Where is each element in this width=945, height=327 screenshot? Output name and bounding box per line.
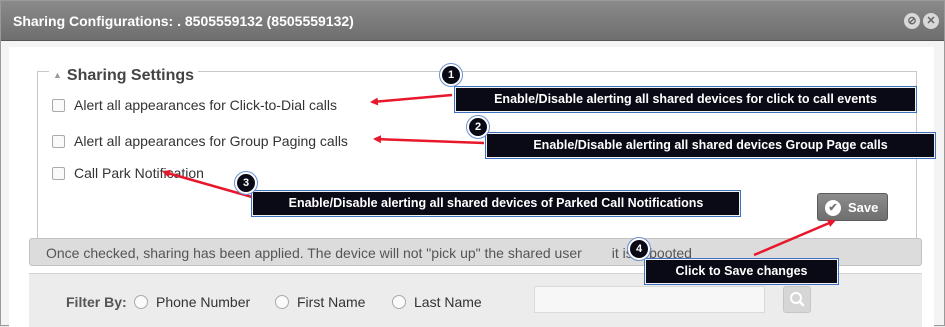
group-paging-label: Alert all appearances for Group Paging c… bbox=[74, 133, 348, 149]
sharing-settings-legend[interactable]: ▲ Sharing Settings bbox=[49, 67, 199, 85]
filter-last-name[interactable]: Last Name bbox=[392, 294, 482, 310]
annotation-callout-2: Enable/Disable alerting all shared devic… bbox=[485, 132, 936, 159]
sharing-settings-title: Sharing Settings bbox=[66, 67, 195, 84]
filter-phone-number[interactable]: Phone Number bbox=[134, 294, 250, 310]
search-icon bbox=[790, 292, 805, 307]
annotation-callout-3: Enable/Disable alerting all shared devic… bbox=[251, 190, 741, 217]
annotation-callout-1: Enable/Disable alerting all shared devic… bbox=[454, 86, 917, 113]
annotation-badge-2: 2 bbox=[466, 115, 490, 139]
group-paging-checkbox[interactable] bbox=[52, 135, 65, 148]
annotation-badge-3: 3 bbox=[234, 171, 258, 195]
phone-number-label: Phone Number bbox=[156, 294, 251, 310]
option-click-to-dial[interactable]: Alert all appearances for Click-to-Dial … bbox=[52, 97, 337, 113]
first-name-label: First Name bbox=[297, 294, 366, 310]
search-input[interactable] bbox=[534, 286, 765, 313]
close-icon[interactable]: ✕ bbox=[923, 13, 939, 29]
annotation-badge-1: 1 bbox=[439, 63, 463, 87]
settings-icon[interactable]: ⊘ bbox=[904, 13, 920, 29]
call-park-label: Call Park Notification bbox=[74, 165, 204, 181]
collapse-triangle-icon[interactable]: ▲ bbox=[53, 70, 62, 80]
checkmark-icon: ✔ bbox=[825, 200, 841, 216]
last-name-radio[interactable] bbox=[392, 295, 406, 309]
dialog-titlebar: Sharing Configurations: . 8505559132 (85… bbox=[1, 1, 944, 41]
info-text: Once checked, sharing has been applied. … bbox=[46, 245, 582, 261]
option-group-paging[interactable]: Alert all appearances for Group Paging c… bbox=[52, 133, 348, 149]
filter-label: Filter By: bbox=[66, 294, 127, 310]
annotation-callout-4: Click to Save changes bbox=[644, 258, 839, 285]
save-button-label: Save bbox=[848, 200, 879, 215]
annotation-badge-4: 4 bbox=[627, 237, 651, 261]
search-button[interactable] bbox=[783, 286, 811, 313]
first-name-radio[interactable] bbox=[275, 295, 289, 309]
click-to-dial-label: Alert all appearances for Click-to-Dial … bbox=[74, 97, 337, 113]
call-park-checkbox[interactable] bbox=[52, 167, 65, 180]
dialog-title: Sharing Configurations: . 8505559132 (85… bbox=[13, 13, 354, 29]
save-button[interactable]: ✔ Save bbox=[817, 193, 888, 221]
last-name-label: Last Name bbox=[414, 294, 482, 310]
option-call-park[interactable]: Call Park Notification bbox=[52, 165, 204, 181]
click-to-dial-checkbox[interactable] bbox=[52, 99, 65, 112]
filter-first-name[interactable]: First Name bbox=[275, 294, 365, 310]
phone-number-radio[interactable] bbox=[134, 295, 148, 309]
